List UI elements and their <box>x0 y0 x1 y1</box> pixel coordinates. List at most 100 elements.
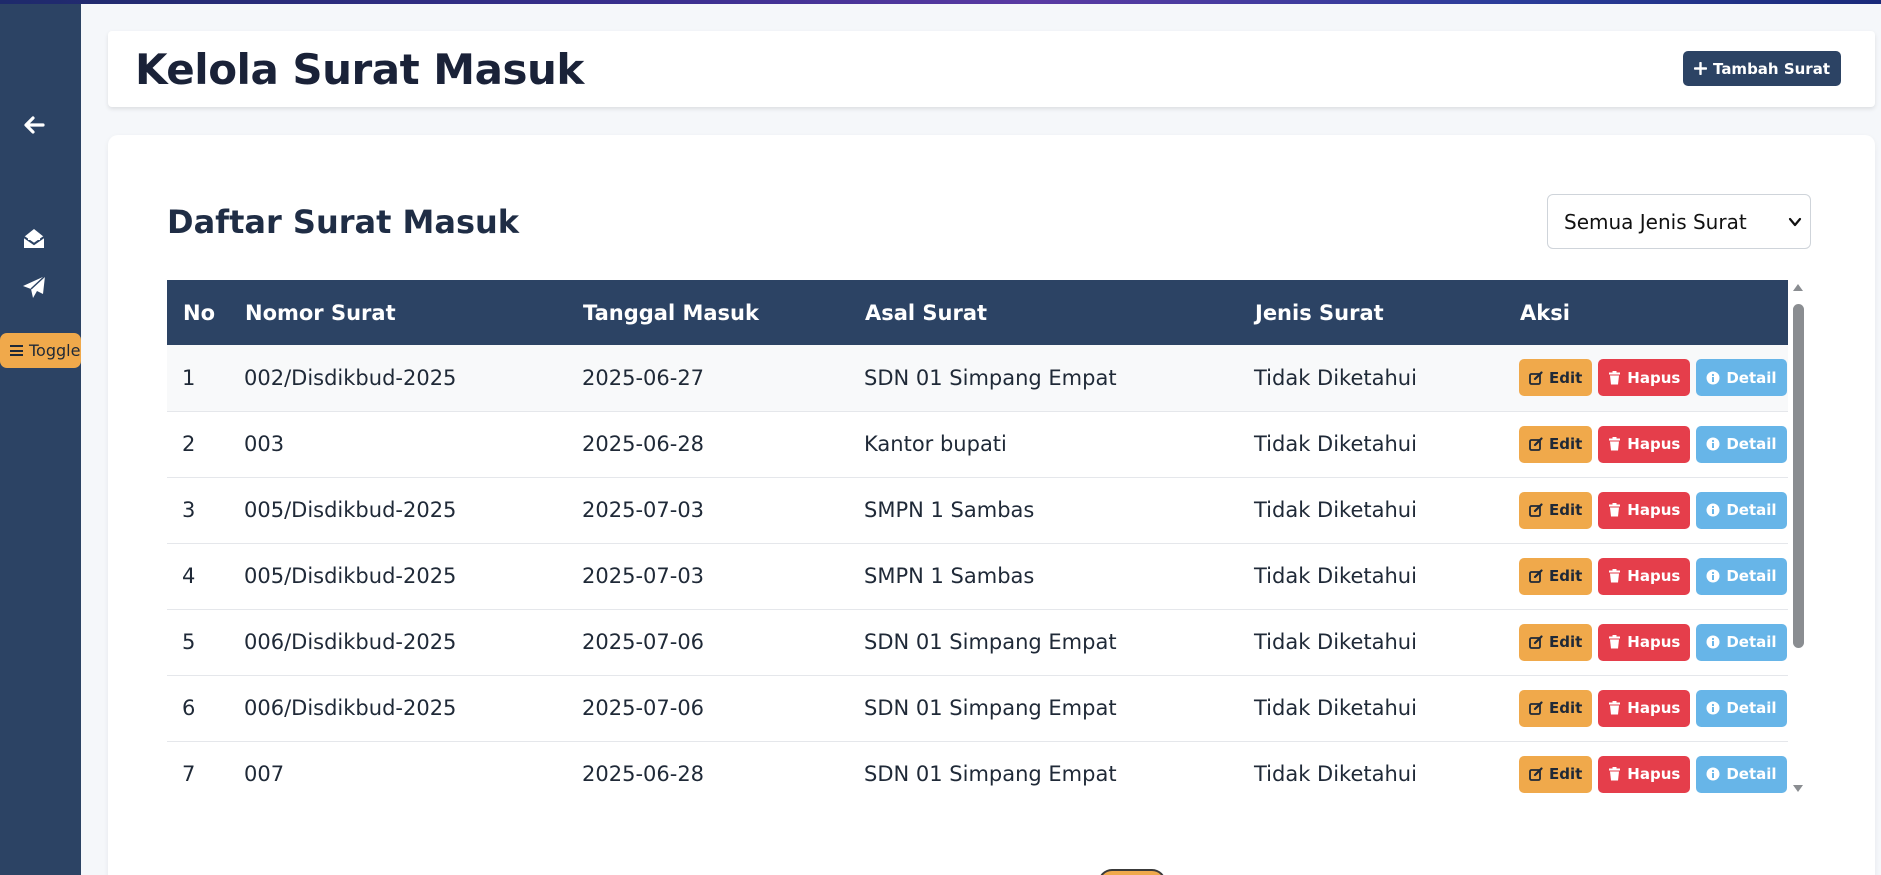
chevron-down-icon <box>1788 217 1802 227</box>
column-header: Aksi <box>1520 300 1570 325</box>
detail-button[interactable]: Detail <box>1696 425 1787 463</box>
trash-icon <box>1609 437 1621 451</box>
detail-label: Detail <box>1726 435 1777 453</box>
cell-tanggal-masuk: 2025-07-03 <box>582 564 705 588</box>
edit-button[interactable]: Edit <box>1519 425 1593 463</box>
scroll-down-arrow-icon[interactable] <box>1792 784 1804 794</box>
cell-asal-surat: SDN 01 Simpang Empat <box>864 762 1117 786</box>
detail-button[interactable]: Detail <box>1696 359 1787 397</box>
hapus-button[interactable]: Hapus <box>1598 425 1691 463</box>
detail-button[interactable]: Detail <box>1696 557 1787 595</box>
cell-nomor-surat: 003 <box>244 432 285 456</box>
detail-button[interactable]: Detail <box>1696 491 1787 529</box>
cell-asal-surat: SDN 01 Simpang Empat <box>864 630 1117 654</box>
cell-aksi: Edit Hapus Detail <box>1504 675 1788 741</box>
detail-button[interactable]: Detail <box>1696 755 1787 793</box>
hapus-label: Hapus <box>1627 567 1681 585</box>
trash-icon <box>1609 767 1621 781</box>
detail-label: Detail <box>1726 501 1777 519</box>
cell-jenis-surat: Tidak Diketahui <box>1254 432 1417 456</box>
cell-nomor-surat: 002/Disdikbud-2025 <box>244 365 457 390</box>
surat-table: No Nomor Surat Tanggal Masuk Asal Surat … <box>167 280 1788 800</box>
cell-nomor-surat: 007 <box>244 762 285 786</box>
hapus-button[interactable]: Hapus <box>1598 623 1691 661</box>
edit-label: Edit <box>1549 633 1583 651</box>
cell-asal-surat: Kantor bupati <box>864 432 1007 456</box>
edit-button[interactable]: Edit <box>1519 623 1593 661</box>
table-row: 6 006/Disdikbud-2025 2025-07-06 SDN 01 S… <box>167 675 1788 741</box>
cell-tanggal-masuk: 2025-06-27 <box>582 365 705 390</box>
jenis-surat-filter[interactable]: Semua Jenis Surat <box>1547 194 1811 249</box>
table-scrollbar[interactable] <box>1790 280 1806 800</box>
toggle-label: Toggle <box>29 341 81 360</box>
add-surat-label: Tambah Surat <box>1713 59 1830 78</box>
scroll-up-arrow-icon[interactable] <box>1792 282 1804 292</box>
hapus-button[interactable]: Hapus <box>1598 557 1691 595</box>
cell-asal-surat: SMPN 1 Sambas <box>864 498 1035 522</box>
detail-label: Detail <box>1726 567 1777 585</box>
hapus-label: Hapus <box>1627 435 1681 453</box>
arrow-left-icon[interactable] <box>21 112 47 138</box>
info-circle-icon <box>1706 767 1720 781</box>
cell-aksi: Edit Hapus Detail <box>1504 609 1788 675</box>
hapus-label: Hapus <box>1627 699 1681 717</box>
detail-button[interactable]: Detail <box>1696 689 1787 727</box>
paper-plane-icon[interactable] <box>21 274 47 300</box>
cell-tanggal-masuk: 2025-07-03 <box>582 498 705 522</box>
cell-nomor-surat: 005/Disdikbud-2025 <box>244 498 457 522</box>
detail-button[interactable]: Detail <box>1696 623 1787 661</box>
add-surat-button[interactable]: Tambah Surat <box>1683 51 1841 86</box>
surat-list-card: Daftar Surat Masuk Semua Jenis Surat No … <box>108 135 1875 875</box>
sidebar: Toggle <box>0 0 81 875</box>
detail-label: Detail <box>1726 765 1777 783</box>
cell-no: 2 <box>182 432 196 456</box>
hapus-label: Hapus <box>1627 501 1681 519</box>
edit-button[interactable]: Edit <box>1519 755 1593 793</box>
filter-selected-value: Semua Jenis Surat <box>1564 209 1747 234</box>
bars-icon <box>10 345 23 356</box>
edit-icon <box>1529 767 1543 781</box>
edit-button[interactable]: Edit <box>1519 557 1593 595</box>
edit-label: Edit <box>1549 567 1583 585</box>
edit-label: Edit <box>1549 368 1583 387</box>
edit-icon <box>1529 569 1543 583</box>
edit-button[interactable]: Edit <box>1519 359 1593 397</box>
page-title: Kelola Surat Masuk <box>135 45 584 94</box>
cell-no: 5 <box>182 630 196 654</box>
hapus-button[interactable]: Hapus <box>1598 689 1691 727</box>
table-row: 5 006/Disdikbud-2025 2025-07-06 SDN 01 S… <box>167 609 1788 675</box>
detail-label: Detail <box>1726 368 1777 387</box>
envelope-open-icon[interactable] <box>21 226 47 252</box>
cell-tanggal-masuk: 2025-07-06 <box>582 696 705 720</box>
table-header-row: No Nomor Surat Tanggal Masuk Asal Surat … <box>167 280 1788 345</box>
cell-no: 3 <box>182 498 196 522</box>
plus-icon <box>1694 62 1708 75</box>
edit-button[interactable]: Edit <box>1519 689 1593 727</box>
pagination-button[interactable] <box>1098 869 1166 875</box>
edit-label: Edit <box>1549 765 1583 783</box>
cell-nomor-surat: 006/Disdikbud-2025 <box>244 696 457 720</box>
cell-jenis-surat: Tidak Diketahui <box>1254 564 1417 588</box>
trash-icon <box>1609 701 1621 715</box>
info-circle-icon <box>1706 701 1720 715</box>
edit-button[interactable]: Edit <box>1519 491 1593 529</box>
cell-tanggal-masuk: 2025-07-06 <box>582 630 705 654</box>
cell-jenis-surat: Tidak Diketahui <box>1254 696 1417 720</box>
info-circle-icon <box>1706 569 1720 583</box>
trash-icon <box>1609 569 1621 583</box>
list-title: Daftar Surat Masuk <box>167 203 520 241</box>
hapus-button[interactable]: Hapus <box>1598 491 1691 529</box>
hapus-label: Hapus <box>1627 765 1681 783</box>
hapus-button[interactable]: Hapus <box>1598 755 1691 793</box>
column-header: Tanggal Masuk <box>583 300 759 325</box>
cell-tanggal-masuk: 2025-06-28 <box>582 762 705 786</box>
cell-no: 6 <box>182 696 196 720</box>
sidebar-toggle-button[interactable]: Toggle <box>0 333 81 368</box>
cell-jenis-surat: Tidak Diketahui <box>1254 498 1417 522</box>
scroll-thumb[interactable] <box>1793 304 1804 648</box>
hapus-button[interactable]: Hapus <box>1598 359 1691 397</box>
table-row: 2 003 2025-06-28 Kantor bupati Tidak Dik… <box>167 411 1788 477</box>
trash-icon <box>1609 635 1621 649</box>
column-header: Nomor Surat <box>245 300 396 325</box>
hapus-label: Hapus <box>1627 368 1681 387</box>
